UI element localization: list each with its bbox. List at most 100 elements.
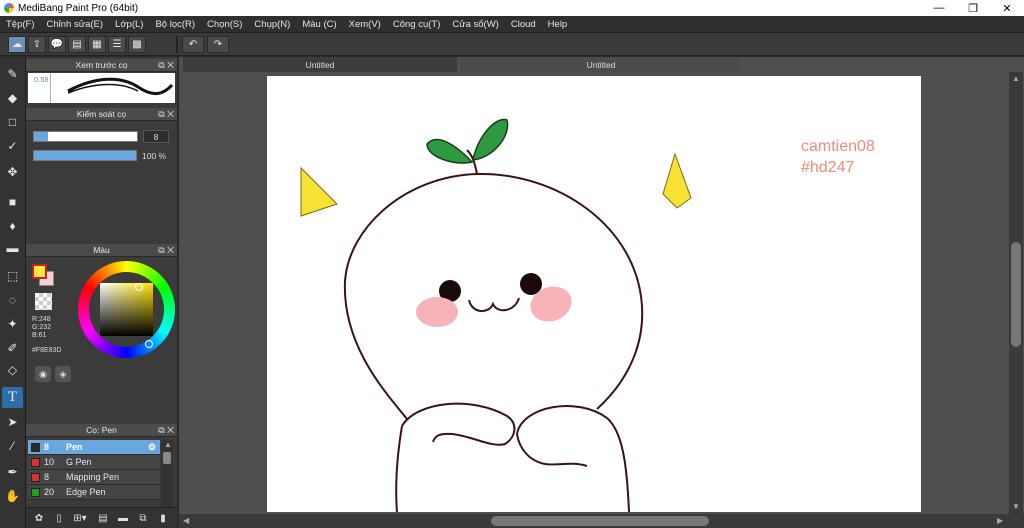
panel-float-close-icon[interactable]: ⧉ ✕: [158, 60, 174, 71]
brush-color-swatch: [31, 487, 40, 497]
brush-list-header: Cọ: Pen ⧉ ✕: [26, 424, 177, 437]
curve-tool-icon[interactable]: ✓: [2, 135, 23, 156]
main-toolbar: ☁ ⇪ 💬 ▤ ▦ ☰ ▩ ↶ ↷: [0, 33, 1024, 56]
tab-document-2[interactable]: Untitled: [461, 57, 741, 72]
vertical-scrollbar[interactable]: ▲ ▼: [1009, 72, 1023, 514]
palette-add-icon[interactable]: ◈: [55, 366, 71, 382]
scroll-up-icon[interactable]: ▲: [164, 440, 172, 449]
color-wheel[interactable]: [78, 261, 175, 358]
brush-opacity-slider[interactable]: [33, 150, 137, 161]
gear-icon[interactable]: ⚙: [148, 442, 160, 453]
share-icon[interactable]: ⇪: [28, 36, 46, 53]
delete-brush-icon[interactable]: ▮: [156, 511, 170, 525]
cloud-icon[interactable]: ☁: [8, 36, 26, 53]
add-brush-icon[interactable]: ⊞▾: [70, 511, 90, 525]
brush-size-value[interactable]: 8: [143, 130, 169, 143]
magic-wand-icon[interactable]: ✦: [2, 313, 23, 334]
menu-tools[interactable]: Công cụ(T): [387, 19, 447, 30]
brush-stroke-preview: [67, 77, 174, 95]
palette-icon[interactable]: ◉: [35, 366, 51, 382]
color-r-value: R:248: [32, 316, 51, 323]
scroll-up-icon[interactable]: ▲: [1012, 74, 1020, 83]
panel-float-close-icon[interactable]: ⧉ ✕: [158, 425, 174, 436]
menu-edit[interactable]: Chỉnh sửa(E): [41, 19, 110, 30]
move-tool-icon[interactable]: ✥: [2, 161, 23, 182]
brush-tool-icon[interactable]: ✎: [2, 63, 23, 84]
menu-window[interactable]: Cửa sổ(W): [446, 19, 504, 30]
brush-cloud-icon[interactable]: ✿: [32, 511, 46, 525]
menu-help[interactable]: Help: [542, 19, 574, 30]
brush-opacity-fill: [34, 151, 136, 160]
sv-marker[interactable]: [135, 283, 143, 291]
gradient-tool-icon[interactable]: ▬: [2, 237, 23, 258]
panel-float-close-icon[interactable]: ⧉ ✕: [158, 109, 174, 120]
canvas-artwork: camtien08 #hd247: [300, 118, 875, 512]
menu-filter[interactable]: Bộ lọc(R): [149, 19, 201, 30]
select-pen-icon[interactable]: ✐: [2, 337, 23, 358]
scroll-right-icon[interactable]: ▶: [997, 516, 1003, 525]
menu-capture[interactable]: Chụp(N): [248, 19, 296, 30]
brush-item[interactable]: 8 Pen ⚙: [28, 440, 160, 455]
foreground-color-swatch[interactable]: [32, 264, 47, 279]
rectangle-tool-icon[interactable]: □: [2, 111, 23, 132]
new-brush-icon[interactable]: ▯: [52, 511, 66, 525]
grid-icon[interactable]: ▩: [128, 36, 146, 53]
message-icon[interactable]: ▤: [68, 36, 86, 53]
hand-tool-icon[interactable]: ✋: [2, 485, 23, 506]
undo-icon[interactable]: ↶: [182, 36, 204, 53]
color-g-value: G:232: [32, 324, 52, 331]
panel-column: Xem trước cọ ⧉ ✕ 0.58 Kiểm soát cọ ⧉ ✕ 8…: [26, 57, 177, 528]
brush-list-scrollbar[interactable]: ▲: [161, 440, 173, 510]
app-logo-icon: [4, 3, 14, 13]
transparent-color-swatch[interactable]: [35, 293, 52, 310]
list-icon[interactable]: ☰: [108, 36, 126, 53]
horizontal-scroll-thumb[interactable]: [491, 516, 709, 526]
drawing-canvas[interactable]: camtien08 #hd247: [267, 76, 921, 512]
brush-size-slider[interactable]: [33, 131, 138, 142]
redo-icon[interactable]: ↷: [207, 36, 229, 53]
brush-item[interactable]: 10 G Pen: [28, 455, 160, 470]
saturation-value-square[interactable]: [100, 283, 153, 336]
lasso-icon[interactable]: ◌: [2, 289, 23, 310]
eraser-tool-icon[interactable]: ◆: [2, 87, 23, 108]
operation-tool-icon[interactable]: ➤: [2, 411, 23, 432]
tab-document-1[interactable]: Untitled: [183, 57, 457, 72]
menu-file[interactable]: Tệp(F): [0, 19, 41, 30]
menu-view[interactable]: Xem(V): [343, 19, 387, 30]
brush-preview-header: Xem trước cọ ⧉ ✕: [26, 59, 177, 72]
brush-control-header: Kiểm soát cọ ⧉ ✕: [26, 108, 177, 121]
maximize-icon[interactable]: ❐: [956, 0, 990, 16]
title-bar: MediBang Paint Pro (64bit) — ❐ ✕: [0, 0, 1024, 16]
folder-icon[interactable]: ▬: [116, 511, 130, 525]
brush-item[interactable]: 8 Mapping Pen: [28, 470, 160, 485]
canvas-workspace: Untitled Untitled camtien08 #hd247 ▲ ▼ ◀…: [179, 57, 1024, 528]
horizontal-scrollbar[interactable]: ◀ ▶: [179, 514, 1024, 528]
brush-size: 10: [44, 457, 55, 467]
brush-name: Edge Pen: [66, 487, 106, 497]
brush-settings-icon[interactable]: ▤: [96, 511, 110, 525]
menu-layer[interactable]: Lớp(L): [109, 19, 149, 30]
fill-rect-tool-icon[interactable]: ■: [2, 191, 23, 212]
brush-item[interactable]: 20 Edge Pen: [28, 485, 160, 500]
brush-preview-title: Xem trước cọ: [75, 60, 128, 70]
duplicate-brush-icon[interactable]: ⧉: [136, 511, 150, 525]
vertical-scroll-thumb[interactable]: [1011, 242, 1021, 347]
document-icon[interactable]: ▦: [88, 36, 106, 53]
eyedropper-icon[interactable]: ⁄: [2, 435, 23, 456]
menu-color[interactable]: Màu (C): [296, 19, 342, 30]
panel-float-close-icon[interactable]: ⧉ ✕: [158, 245, 174, 256]
select-eraser-icon[interactable]: ◇: [2, 359, 23, 380]
menu-select[interactable]: Chọn(S): [201, 19, 248, 30]
text-tool-icon[interactable]: T: [2, 387, 23, 408]
close-icon[interactable]: ✕: [990, 0, 1024, 16]
scroll-left-icon[interactable]: ◀: [183, 516, 189, 525]
bucket-tool-icon[interactable]: ♦: [2, 215, 23, 236]
menu-cloud[interactable]: Cloud: [505, 19, 542, 30]
select-rect-icon[interactable]: ⬚: [2, 265, 23, 286]
comment-icon[interactable]: 💬: [48, 36, 66, 53]
divide-tool-icon[interactable]: ✒: [2, 461, 23, 482]
minimize-icon[interactable]: —: [922, 0, 956, 16]
scroll-down-icon[interactable]: ▼: [1012, 502, 1020, 511]
brush-list-scroll-thumb[interactable]: [163, 452, 171, 464]
hue-marker[interactable]: [145, 340, 153, 348]
